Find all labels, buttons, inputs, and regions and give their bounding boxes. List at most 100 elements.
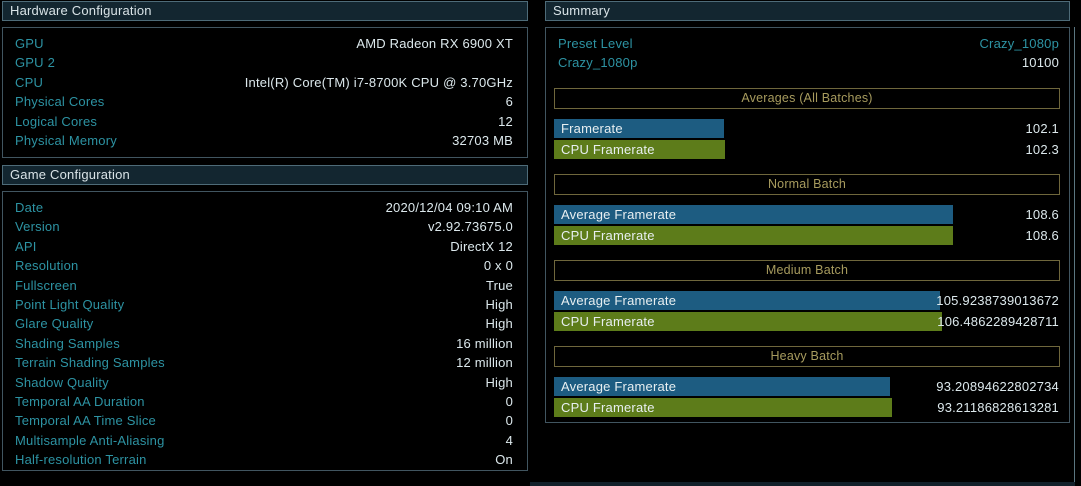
hardware-row-logical-cores: Logical Cores 12 <box>15 112 513 131</box>
bar-row-average-framerate: Average Framerate 105.9238739013672 <box>554 291 1060 310</box>
hardware-configuration-title: Hardware Configuration <box>10 3 152 18</box>
game-configuration-header: Game Configuration <box>2 165 528 185</box>
game-row-value: 0 <box>506 411 513 430</box>
normal-batch-bar-group: Average Framerate 108.6 CPU Framerate 10… <box>554 205 1060 245</box>
hardware-row-value: 32703 MB <box>452 131 513 150</box>
game-row-glare-quality: Glare Quality High <box>15 314 513 333</box>
bar-row-average-framerate: Average Framerate 93.20894622802734 <box>554 377 1060 396</box>
hardware-configuration-panel: GPU AMD Radeon RX 6900 XT GPU 2 CPU Inte… <box>2 27 528 158</box>
section-heading-label: Normal Batch <box>768 177 846 191</box>
average-framerate-bar: Average Framerate <box>554 205 953 224</box>
hardware-row-label: Physical Memory <box>15 131 117 150</box>
hardware-row-label: GPU <box>15 34 44 53</box>
game-row-value: 12 million <box>456 353 513 372</box>
bar-label: CPU Framerate <box>554 314 655 329</box>
hardware-row-value: Intel(R) Core(TM) i7-8700K CPU @ 3.70GHz <box>245 73 513 92</box>
game-row-value: v2.92.73675.0 <box>428 217 513 236</box>
bar-label: CPU Framerate <box>554 142 655 157</box>
bar-row-average-framerate: Average Framerate 108.6 <box>554 205 1060 224</box>
game-row-label: Resolution <box>15 256 78 275</box>
section-heading-label: Medium Batch <box>766 263 848 277</box>
game-row-half-resolution-terrain: Half-resolution Terrain On <box>15 450 513 469</box>
framerate-bar: Framerate <box>554 119 724 138</box>
game-row-label: API <box>15 237 37 256</box>
bar-row-cpu-framerate: CPU Framerate 108.6 <box>554 226 1060 245</box>
bar-value: 108.6 <box>1025 205 1059 224</box>
game-configuration-title: Game Configuration <box>10 167 130 182</box>
hardware-row-label: Physical Cores <box>15 92 105 111</box>
game-row-label: Terrain Shading Samples <box>15 353 165 372</box>
section-heading-medium-batch: Medium Batch <box>554 260 1060 281</box>
bar-value: 108.6 <box>1025 226 1059 245</box>
cpu-framerate-bar: CPU Framerate <box>554 398 892 417</box>
game-row-label: Temporal AA Duration <box>15 392 145 411</box>
hardware-row-label: GPU 2 <box>15 53 55 72</box>
section-heading-normal-batch: Normal Batch <box>554 174 1060 195</box>
game-row-label: Fullscreen <box>15 276 77 295</box>
hardware-row-physical-cores: Physical Cores 6 <box>15 92 513 111</box>
game-row-value: High <box>485 295 513 314</box>
game-row-value: True <box>486 276 513 295</box>
hardware-row-physical-memory: Physical Memory 32703 MB <box>15 131 513 150</box>
hardware-configuration-header: Hardware Configuration <box>2 1 528 21</box>
game-row-temporal-aa-time-slice: Temporal AA Time Slice 0 <box>15 411 513 430</box>
section-heading-label: Averages (All Batches) <box>741 91 872 105</box>
bar-value: 93.20894622802734 <box>936 377 1059 396</box>
game-row-label: Shadow Quality <box>15 373 109 392</box>
summary-row-label: Preset Level <box>558 34 633 53</box>
bar-label: Average Framerate <box>554 293 676 308</box>
hardware-row-value: 12 <box>498 112 513 131</box>
hardware-row-cpu: CPU Intel(R) Core(TM) i7-8700K CPU @ 3.7… <box>15 73 513 92</box>
game-row-label: Temporal AA Time Slice <box>15 411 156 430</box>
hardware-row-gpu2: GPU 2 <box>15 53 513 72</box>
summary-row-value: Crazy_1080p <box>979 34 1059 53</box>
averages-bar-group: Framerate 102.1 CPU Framerate 102.3 <box>554 119 1060 159</box>
bar-label: CPU Framerate <box>554 228 655 243</box>
bar-value: 93.21186828613281 <box>937 398 1059 417</box>
game-row-value: High <box>485 314 513 333</box>
hardware-row-gpu: GPU AMD Radeon RX 6900 XT <box>15 34 513 53</box>
bar-row-cpu-framerate: CPU Framerate 102.3 <box>554 140 1060 159</box>
summary-row-preset-score: Crazy_1080p 10100 <box>554 53 1060 72</box>
game-row-shadow-quality: Shadow Quality High <box>15 373 513 392</box>
game-row-label: Version <box>15 217 60 236</box>
hardware-row-value: 6 <box>506 92 513 111</box>
game-row-label: Date <box>15 198 43 217</box>
hardware-row-value: AMD Radeon RX 6900 XT <box>356 34 513 53</box>
hardware-row-label: Logical Cores <box>15 112 97 131</box>
cpu-framerate-bar: CPU Framerate <box>554 226 953 245</box>
summary-header: Summary <box>545 1 1070 21</box>
game-row-api: API DirectX 12 <box>15 237 513 256</box>
section-heading-averages: Averages (All Batches) <box>554 88 1060 109</box>
game-row-label: Point Light Quality <box>15 295 124 314</box>
game-row-label: Shading Samples <box>15 334 120 353</box>
bar-row-framerate: Framerate 102.1 <box>554 119 1060 138</box>
cpu-framerate-bar: CPU Framerate <box>554 140 725 159</box>
game-row-value: 4 <box>506 431 513 450</box>
game-row-multisample-anti-aliasing: Multisample Anti-Aliasing 4 <box>15 431 513 450</box>
game-row-terrain-shading-samples: Terrain Shading Samples 12 million <box>15 353 513 372</box>
bar-label: CPU Framerate <box>554 400 655 415</box>
game-row-temporal-aa-duration: Temporal AA Duration 0 <box>15 392 513 411</box>
average-framerate-bar: Average Framerate <box>554 377 890 396</box>
game-row-label: Glare Quality <box>15 314 93 333</box>
bar-row-cpu-framerate: CPU Framerate 93.21186828613281 <box>554 398 1060 417</box>
bar-value: 105.9238739013672 <box>936 291 1059 310</box>
game-row-resolution: Resolution 0 x 0 <box>15 256 513 275</box>
game-row-value: 0 <box>506 392 513 411</box>
bar-row-cpu-framerate: CPU Framerate 106.4862289428711 <box>554 312 1060 331</box>
right-edge-line <box>1074 27 1075 486</box>
left-column: Hardware Configuration GPU AMD Radeon RX… <box>2 1 528 471</box>
game-row-value: 16 million <box>456 334 513 353</box>
medium-batch-bar-group: Average Framerate 105.9238739013672 CPU … <box>554 291 1060 331</box>
game-row-label: Half-resolution Terrain <box>15 450 147 469</box>
game-row-date: Date 2020/12/04 09:10 AM <box>15 198 513 217</box>
summary-title: Summary <box>553 3 610 18</box>
hardware-row-label: CPU <box>15 73 43 92</box>
game-row-value: DirectX 12 <box>450 237 513 256</box>
section-heading-heavy-batch: Heavy Batch <box>554 346 1060 367</box>
game-row-version: Version v2.92.73675.0 <box>15 217 513 236</box>
game-row-value: 2020/12/04 09:10 AM <box>386 198 513 217</box>
summary-panel: Preset Level Crazy_1080p Crazy_1080p 101… <box>545 27 1070 423</box>
bar-label: Framerate <box>554 121 623 136</box>
